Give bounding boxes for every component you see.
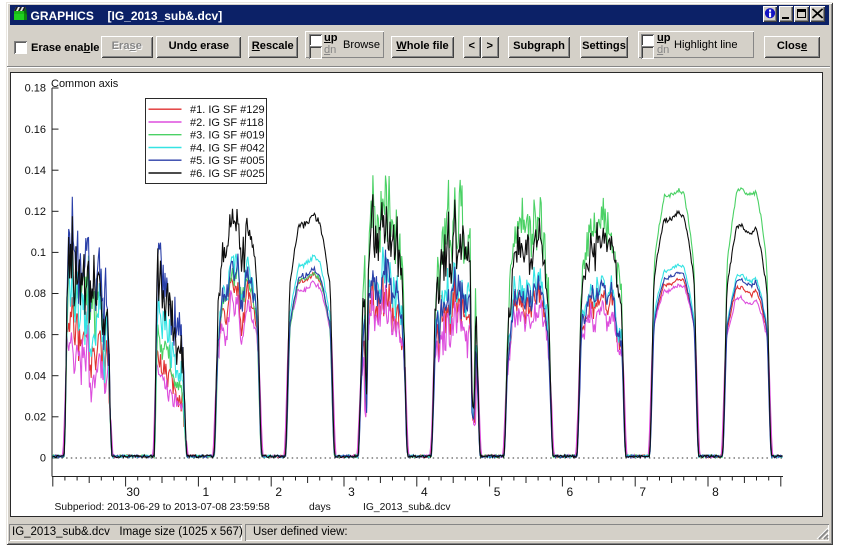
svg-text:7: 7 xyxy=(639,485,646,499)
svg-text:5: 5 xyxy=(494,485,501,499)
svg-text:0.1: 0.1 xyxy=(31,247,46,259)
svg-text:0.14: 0.14 xyxy=(25,165,46,177)
svg-text:8: 8 xyxy=(712,485,719,499)
svg-text:IG_2013_sub&.dcv: IG_2013_sub&.dcv xyxy=(363,502,451,513)
svg-text:#3. IG SF #019: #3. IG SF #019 xyxy=(190,130,265,142)
svg-text:0: 0 xyxy=(40,453,46,465)
svg-text:0.16: 0.16 xyxy=(25,124,46,136)
svg-text:#2. IG SF #118: #2. IG SF #118 xyxy=(190,117,264,129)
svg-text:Common axis: Common axis xyxy=(51,78,119,90)
svg-text:Subperiod: 2013-06-29 to 2013-: Subperiod: 2013-06-29 to 2013-07-08 23:5… xyxy=(55,502,271,513)
svg-text:days: days xyxy=(309,502,331,513)
svg-text:0.12: 0.12 xyxy=(25,206,46,218)
svg-text:#6. IG SF #025: #6. IG SF #025 xyxy=(190,168,265,180)
svg-text:6: 6 xyxy=(567,485,574,499)
svg-text:0.18: 0.18 xyxy=(25,83,46,95)
svg-text:30: 30 xyxy=(126,485,140,499)
svg-text:#4. IG SF #042: #4. IG SF #042 xyxy=(190,143,265,155)
svg-text:0.06: 0.06 xyxy=(25,329,46,341)
svg-text:3: 3 xyxy=(348,485,355,499)
svg-text:0.08: 0.08 xyxy=(25,288,46,300)
svg-text:2: 2 xyxy=(275,485,282,499)
svg-text:0.02: 0.02 xyxy=(25,412,46,424)
svg-text:#5. IG SF #005: #5. IG SF #005 xyxy=(190,155,265,167)
svg-text:4: 4 xyxy=(421,485,428,499)
svg-text:#1. IG SF #129: #1. IG SF #129 xyxy=(190,104,265,116)
svg-text:1: 1 xyxy=(203,485,210,499)
svg-text:0.04: 0.04 xyxy=(25,370,46,382)
